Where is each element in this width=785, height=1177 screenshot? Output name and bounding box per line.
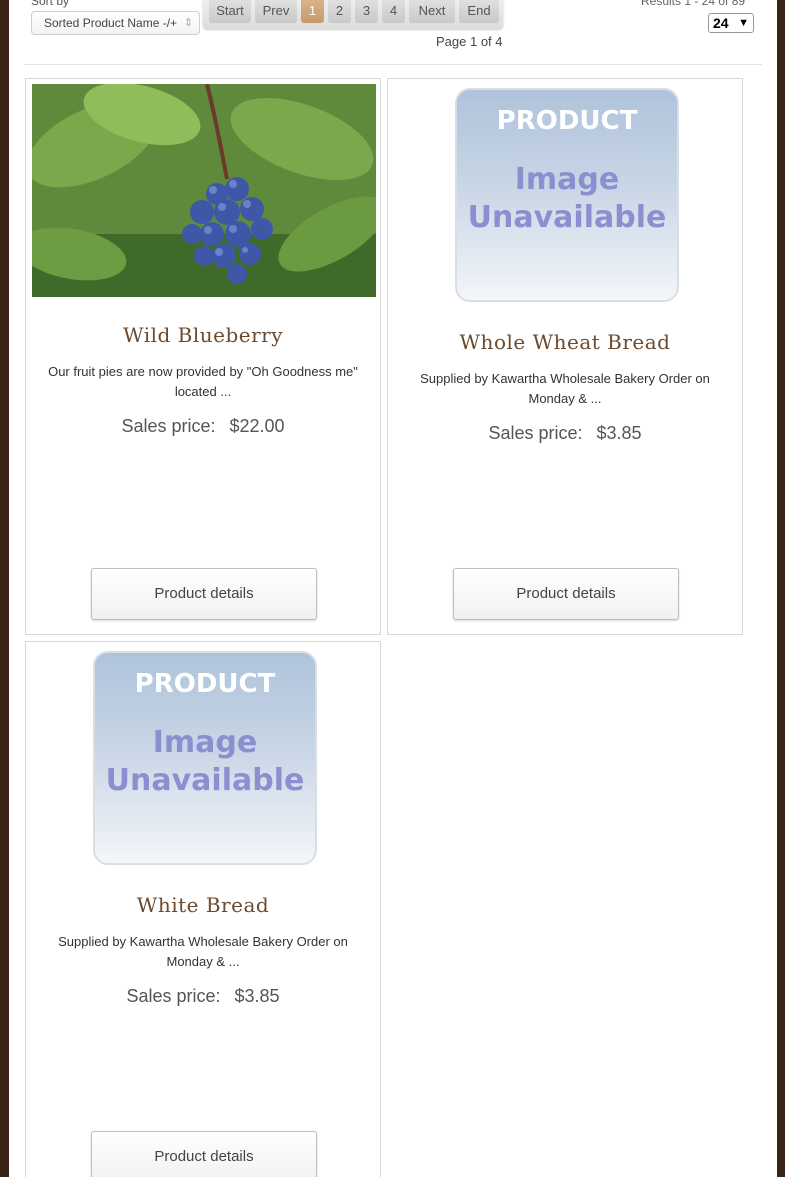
price-label: Sales price: (488, 423, 583, 443)
pagination-end[interactable]: End (459, 0, 499, 23)
product-title[interactable]: Wild Blueberry (26, 323, 380, 347)
product-description: Supplied by Kawartha Wholesale Bakery Or… (58, 934, 348, 969)
placeholder-line3: Unavailable (468, 200, 667, 235)
product-card: Wild Blueberry Our fruit pies are now pr… (25, 78, 381, 635)
price-value: $3.85 (234, 986, 280, 1006)
product-listing-page: Sort by Sorted Product Name -/+ ⇕ Start … (9, 0, 777, 1177)
chevron-down-icon[interactable]: ▼ (738, 14, 749, 32)
price-label: Sales price: (121, 416, 216, 436)
placeholder-line1: PRODUCT (135, 669, 276, 699)
product-details-button[interactable]: Product details (91, 1131, 317, 1177)
product-details-button[interactable]: Product details (453, 568, 679, 620)
product-title[interactable]: Whole Wheat Bread (388, 330, 742, 354)
product-image-unavailable[interactable]: PRODUCT Image Unavailable (90, 648, 320, 870)
product-price: Sales price: $3.85 (388, 423, 742, 444)
sort-by-label: Sort by (31, 0, 70, 8)
price-label: Sales price: (126, 986, 221, 1006)
pagination-start[interactable]: Start (209, 0, 251, 23)
product-details-button[interactable]: Product details (91, 568, 317, 620)
product-title[interactable]: White Bread (26, 893, 380, 917)
product-image-blueberry[interactable] (32, 84, 376, 297)
placeholder-line3: Unavailable (106, 763, 305, 798)
toolbar-divider (24, 64, 762, 65)
product-description: Our fruit pies are now provided by "Oh G… (48, 364, 358, 399)
pagination: Start Prev 1 2 3 4 Next End (203, 0, 503, 29)
pagination-page-4[interactable]: 4 (382, 0, 405, 23)
placeholder-line1: PRODUCT (497, 106, 638, 136)
product-card: PRODUCT Image Unavailable Whole Wheat Br… (387, 78, 743, 635)
pagination-page-1[interactable]: 1 (301, 0, 324, 23)
sort-arrows-icon[interactable]: ⇕ (184, 12, 193, 34)
placeholder-line2: Image (515, 162, 620, 197)
price-value: $22.00 (229, 416, 285, 436)
product-description: Supplied by Kawartha Wholesale Bakery Or… (420, 371, 710, 406)
pagination-next[interactable]: Next (409, 0, 455, 23)
product-price: Sales price: $3.85 (26, 986, 380, 1007)
pagination-page-3[interactable]: 3 (355, 0, 378, 23)
results-counter: Results 1 - 24 of 89 (641, 0, 746, 8)
price-value: $3.85 (596, 423, 642, 443)
pagination-page-2[interactable]: 2 (328, 0, 351, 23)
sort-order-value: Sorted Product Name -/+ (44, 16, 178, 30)
product-image-unavailable[interactable]: PRODUCT Image Unavailable (452, 85, 682, 307)
sort-order-select[interactable]: Sorted Product Name -/+ ⇕ (31, 11, 200, 35)
pagination-prev[interactable]: Prev (255, 0, 297, 23)
results-per-page-select[interactable]: 24 ▼ (708, 13, 754, 33)
page-counter: Page 1 of 4 (436, 34, 503, 49)
placeholder-line2: Image (153, 725, 258, 760)
product-price: Sales price: $22.00 (26, 416, 380, 437)
product-card: PRODUCT Image Unavailable White Bread Su… (25, 641, 381, 1177)
results-per-page-value: 24 (713, 15, 729, 31)
